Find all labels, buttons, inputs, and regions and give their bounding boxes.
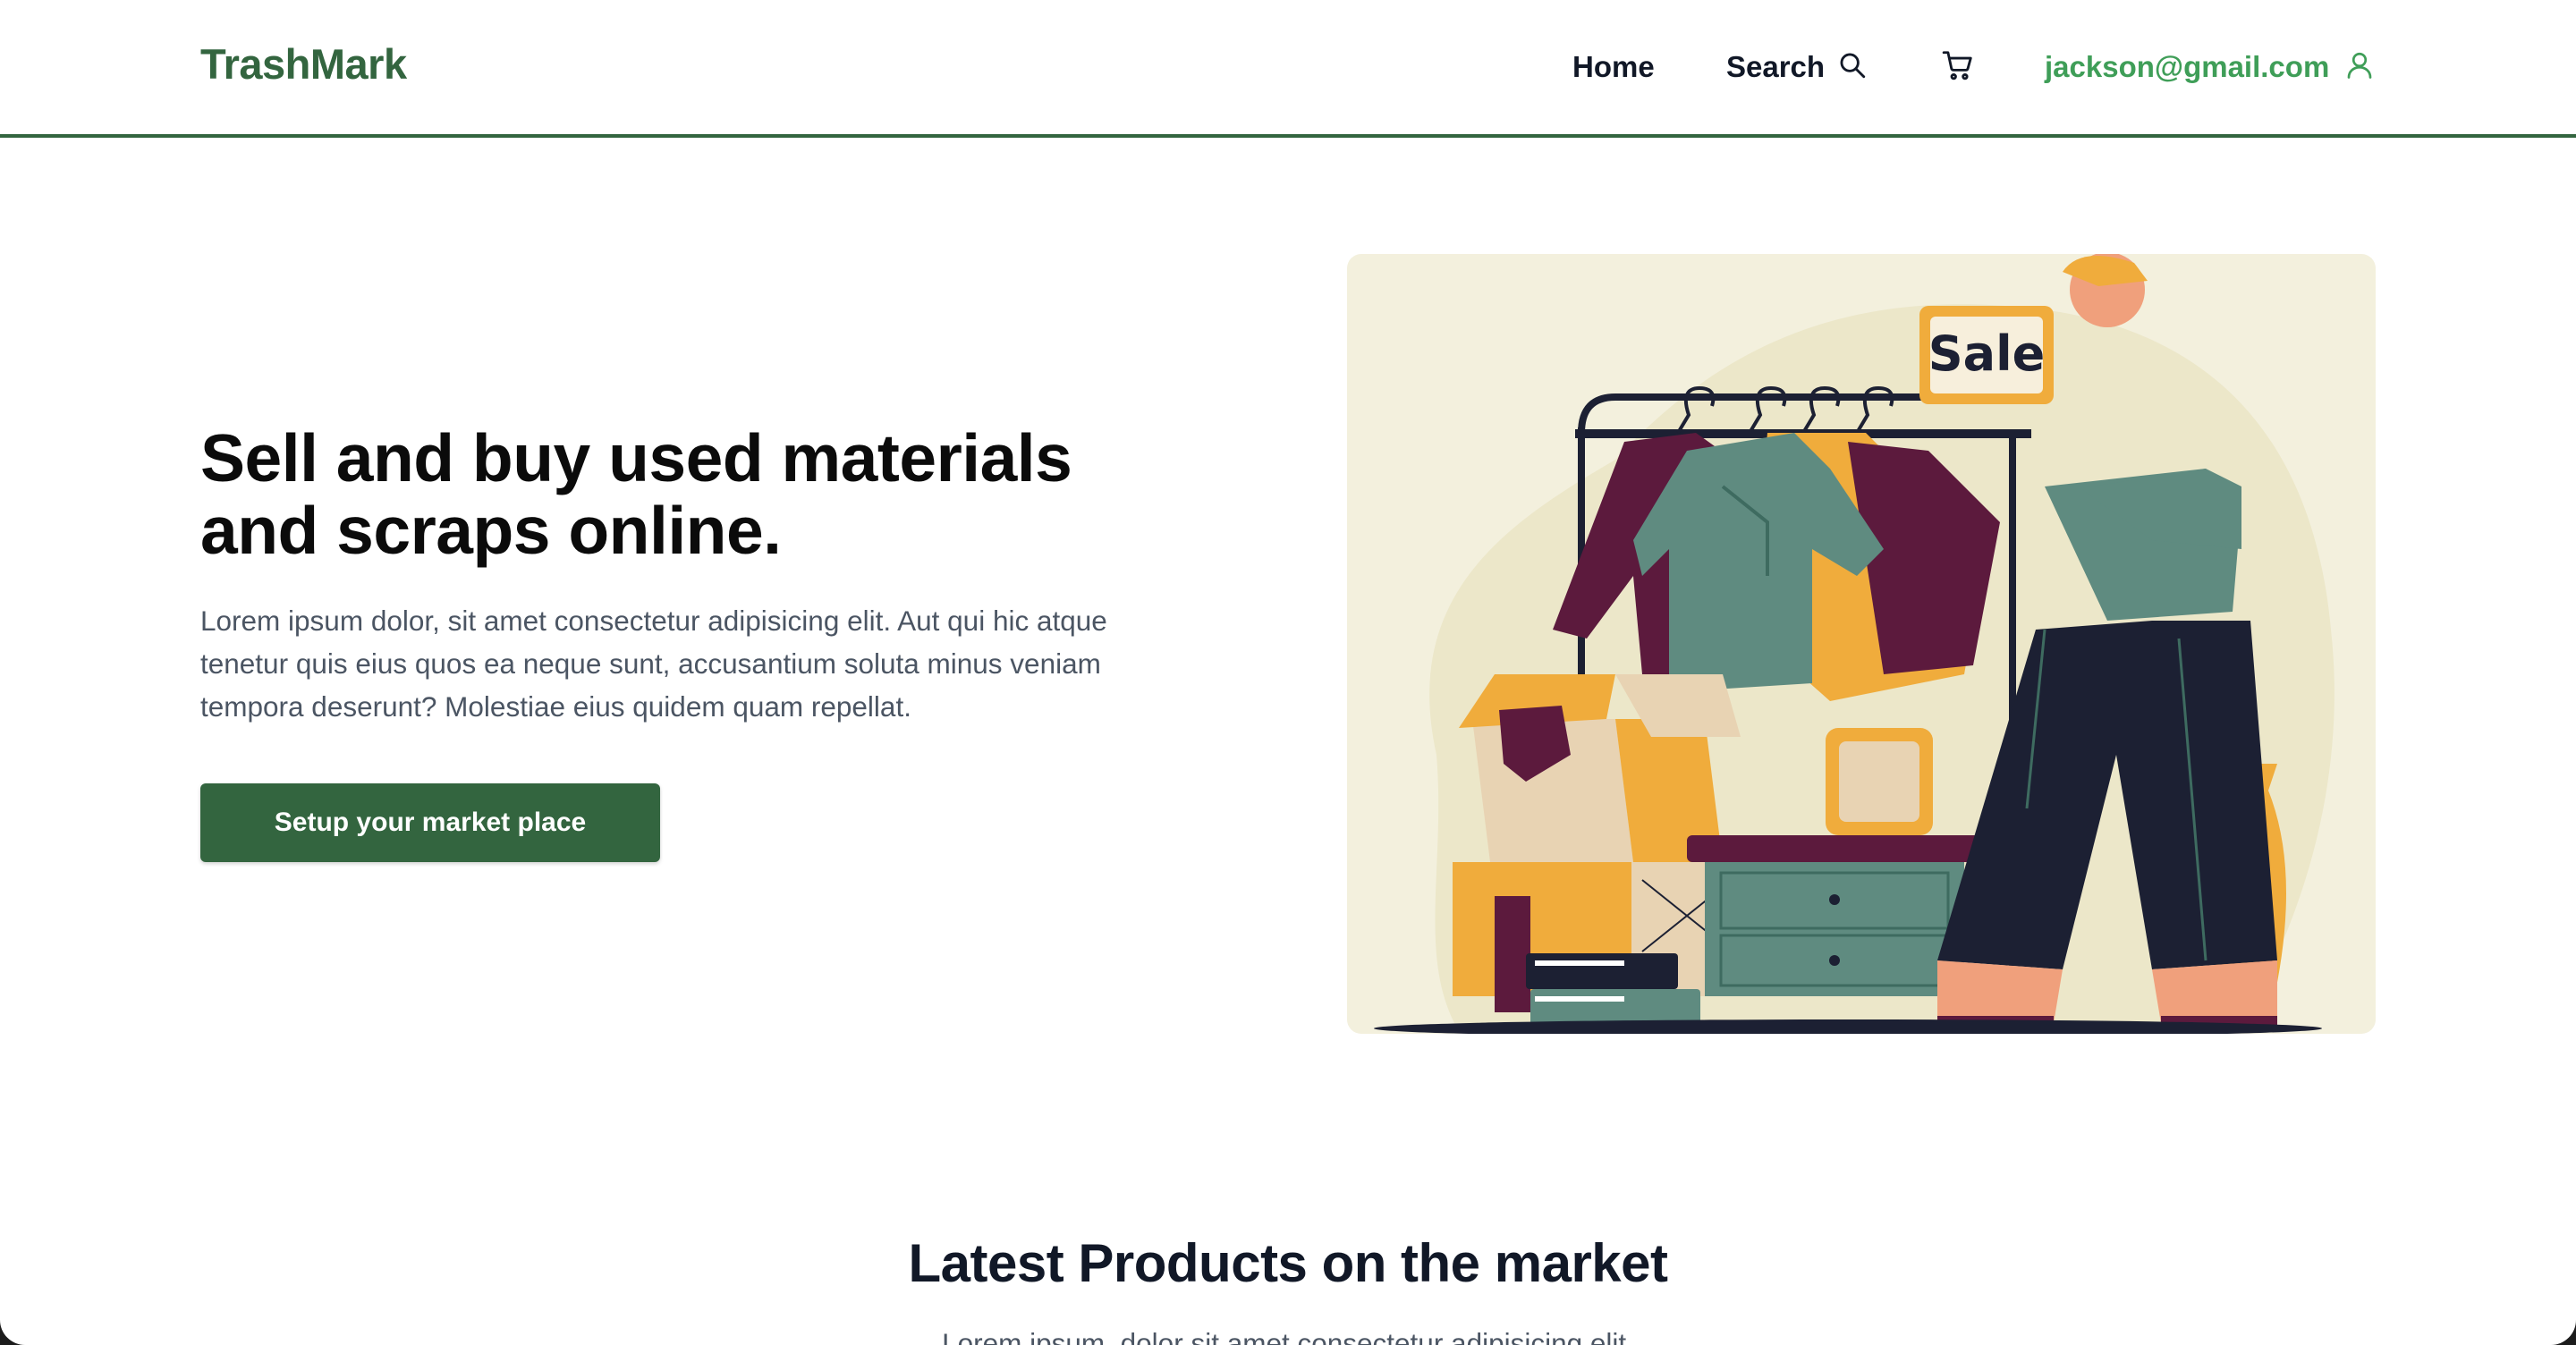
hero-description: Lorem ipsum dolor, sit amet consectetur … — [200, 605, 1107, 723]
search-icon[interactable] — [1837, 50, 1868, 80]
sale-sign-text: Sale — [1928, 326, 2045, 382]
hero-title: Sell and buy used materials and scraps o… — [200, 420, 1072, 568]
user-email-link[interactable]: jackson@gmail.com — [2045, 50, 2329, 84]
garage-sale-illustration: Sale — [1374, 254, 2334, 1034]
site-header: TrashMark Home Search jackson@gmail.com — [0, 0, 2576, 138]
cart-icon[interactable] — [1941, 48, 1975, 82]
latest-products-title: Latest Products on the market — [908, 1233, 1668, 1293]
user-icon[interactable] — [2343, 49, 2376, 81]
hero-illustration: Sale — [1347, 254, 2376, 1034]
nav-home-link[interactable]: Home — [1572, 50, 1655, 84]
nav-search-link[interactable]: Search — [1726, 50, 1825, 84]
setup-marketplace-button[interactable]: Setup your market place — [200, 783, 660, 862]
site-logo[interactable]: TrashMark — [200, 39, 407, 89]
page: TrashMark Home Search jackson@gmail.com … — [0, 0, 2576, 1345]
latest-products-subtitle: Lorem ipsum, dolor sit amet consectetur … — [942, 1327, 1634, 1345]
